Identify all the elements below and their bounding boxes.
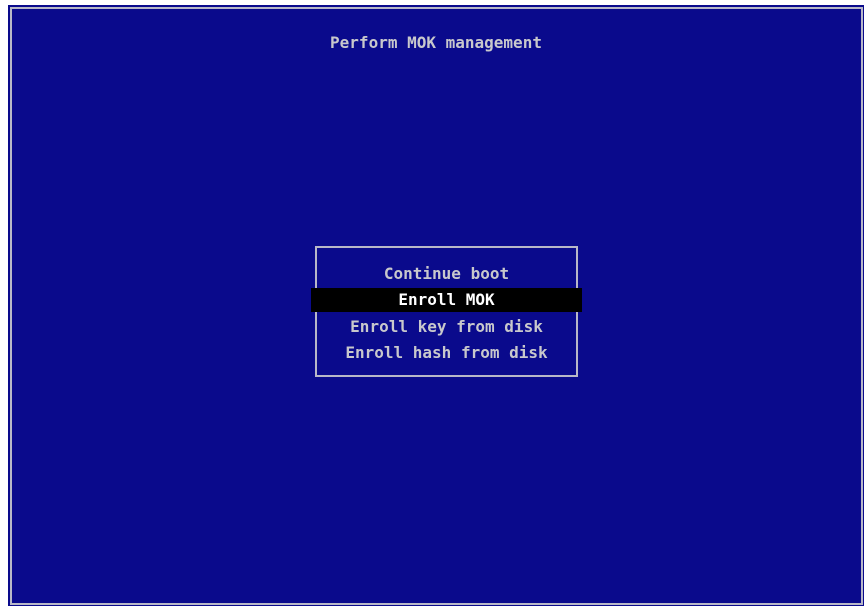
menu-item-enroll-mok[interactable]: Enroll MOK — [311, 288, 582, 312]
menu-item-enroll-key-from-disk[interactable]: Enroll key from disk — [311, 315, 582, 339]
menu-item-continue-boot[interactable]: Continue boot — [311, 262, 582, 286]
mok-menu: Continue boot Enroll MOK Enroll key from… — [311, 246, 582, 377]
menu-item-enroll-hash-from-disk[interactable]: Enroll hash from disk — [311, 341, 582, 365]
mok-manager-screen: Perform MOK management Continue boot Enr… — [8, 5, 864, 606]
page-title: Perform MOK management — [330, 33, 542, 52]
